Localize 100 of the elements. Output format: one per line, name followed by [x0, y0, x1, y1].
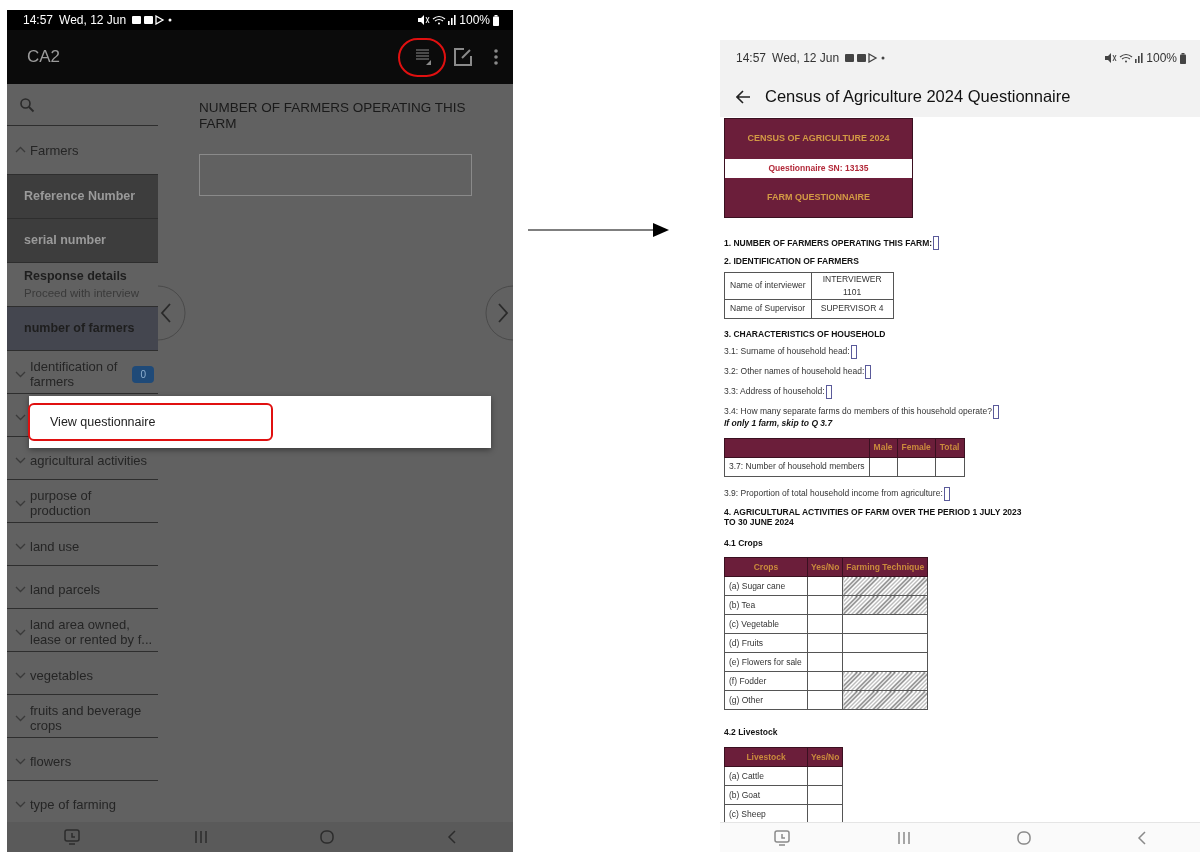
input-cell[interactable]: [807, 766, 843, 786]
status-time: 14:57: [23, 12, 54, 29]
section-label: Farmers: [30, 142, 80, 158]
sidebar-section[interactable]: fruits and beverage crops: [7, 695, 158, 738]
banner-serial: Questionnaire SN: 13135: [725, 159, 912, 178]
skip-note: If only 1 farm, skip to Q 3.7: [724, 418, 834, 428]
chevron-down-icon: [15, 370, 26, 378]
list-view-icon[interactable]: [413, 47, 433, 67]
section-heading: 1. NUMBER OF FARMERS OPERATING THIS FARM:: [724, 238, 933, 248]
section-label: land area owned, lease or rented by f...: [30, 617, 154, 647]
question-text: 3.4: How many separate farms do members of this household operate?: [724, 405, 992, 418]
value-cell: SUPERVISOR 4: [811, 299, 894, 318]
sidebar-section[interactable]: flowers: [7, 738, 158, 781]
menu-item[interactable]: View questionnaire: [28, 402, 273, 442]
answer-box[interactable]: [850, 344, 857, 359]
label-cell: Name of Supervisor: [724, 299, 812, 318]
section-heading: 2. IDENTIFICATION OF FARMERS: [724, 256, 859, 266]
sidebar-section[interactable]: Identification of farmers 0: [7, 351, 158, 394]
edit-icon[interactable]: [453, 47, 473, 67]
row-label: (c) Vegetable: [724, 614, 808, 634]
back-icon[interactable]: [1137, 830, 1147, 845]
row-label: (f) Fodder: [724, 671, 808, 691]
sidebar-section[interactable]: land use: [7, 523, 158, 566]
section-label: purpose of production: [30, 488, 93, 518]
column-header: Crops: [724, 557, 808, 577]
row-label: (a) Cattle: [724, 766, 808, 786]
input-cell[interactable]: [897, 457, 936, 476]
input-cell[interactable]: [807, 652, 843, 672]
row-label: (b) Goat: [724, 785, 808, 805]
signal-icons: [1105, 53, 1144, 63]
row-label: (d) Fruits: [724, 633, 808, 653]
chevron-down-icon: [15, 628, 26, 636]
signal-icons: [418, 15, 457, 25]
chevron-down-icon: [15, 542, 26, 550]
screen-clock-icon[interactable]: [773, 828, 791, 847]
app-title: CA2: [27, 46, 61, 69]
entry-label: Response details: [24, 267, 128, 285]
answer-field[interactable]: [199, 154, 472, 196]
section-heading: 4. AGRICULTURAL ACTIVITIES OF FARM OVER THE PERIOD 1 JULY 2023 TO 30 JUNE 2024: [724, 506, 1023, 527]
banner-title: CENSUS OF AGRICULTURE 2024: [746, 132, 891, 146]
sidebar-section[interactable]: vegetables: [7, 652, 158, 695]
arrow-icon: [528, 221, 669, 239]
question-text: 3.3: Address of household:: [724, 385, 825, 398]
section-label: type of farming: [30, 796, 117, 812]
input-cell[interactable]: [869, 457, 897, 476]
home-icon[interactable]: [1017, 830, 1031, 845]
answer-box[interactable]: [943, 486, 950, 501]
back-arrow-icon[interactable]: [736, 89, 751, 104]
input-cell[interactable]: [807, 614, 843, 634]
question-text: 3.2: Other names of household head:: [724, 365, 865, 378]
input-cell[interactable]: [807, 633, 843, 653]
column-header: Livestock: [724, 747, 808, 767]
column-header: Male: [869, 438, 897, 457]
answer-box[interactable]: [992, 404, 999, 419]
entry-label: serial number: [24, 232, 107, 250]
entry-label: Reference Number: [24, 188, 137, 206]
answer-box[interactable]: [933, 236, 940, 250]
answer-box[interactable]: [825, 384, 832, 399]
chevron-down-icon: [15, 456, 26, 464]
banner-subtitle: FARM QUESTIONNAIRE: [766, 190, 871, 204]
row-label: (g) Other: [724, 690, 808, 710]
chevron-down-icon: [15, 757, 26, 765]
section-label: agricultural activities: [30, 452, 149, 468]
status-date: Wed, 12 Jun: [772, 50, 840, 67]
sidebar-section[interactable]: land parcels: [7, 566, 158, 609]
input-cell[interactable]: [935, 457, 964, 476]
input-cell[interactable]: [807, 690, 843, 710]
column-header: Female: [897, 438, 936, 457]
status-time: 14:57: [736, 50, 767, 67]
chevron-up-icon: [15, 146, 26, 154]
battery-percent: 100%: [1146, 50, 1177, 67]
subsection-heading: 4.2 Livestock: [724, 726, 778, 739]
row-label: (b) Tea: [724, 595, 808, 615]
chevron-down-icon: [15, 413, 26, 421]
sidebar-section[interactable]: land area owned, lease or rented by f...: [7, 609, 158, 652]
label-cell: Name of interviewer: [724, 272, 812, 299]
battery-icon: [1180, 52, 1186, 64]
input-cell[interactable]: [807, 671, 843, 691]
page-title: Census of Agriculture 2024 Questionnaire: [765, 86, 1071, 108]
count-badge: 0: [132, 365, 154, 383]
chevron-down-icon: [15, 714, 26, 722]
input-cell[interactable]: [807, 576, 843, 596]
battery-icon: [493, 14, 499, 26]
subsection-heading: 4.1 Crops: [724, 536, 763, 550]
section-label: land parcels: [30, 581, 102, 597]
question-text: 3.1: Surname of household head:: [724, 345, 850, 358]
chevron-down-icon: [15, 585, 26, 593]
more-icon[interactable]: [493, 48, 499, 66]
input-cell[interactable]: [807, 595, 843, 615]
section-label: flowers: [30, 753, 73, 769]
answer-box[interactable]: [865, 364, 872, 379]
sidebar-section[interactable]: purpose of production: [7, 480, 158, 523]
chevron-down-icon: [15, 800, 26, 808]
status-date: Wed, 12 Jun: [59, 12, 127, 29]
section-label: vegetables: [30, 667, 94, 683]
question-text: 3.9: Proportion of total household income from agriculture:: [724, 487, 943, 500]
chevron-down-icon: [15, 499, 26, 507]
section-label: fruits and beverage crops: [30, 703, 143, 733]
chevron-down-icon: [15, 671, 26, 679]
input-cell[interactable]: [807, 785, 843, 805]
